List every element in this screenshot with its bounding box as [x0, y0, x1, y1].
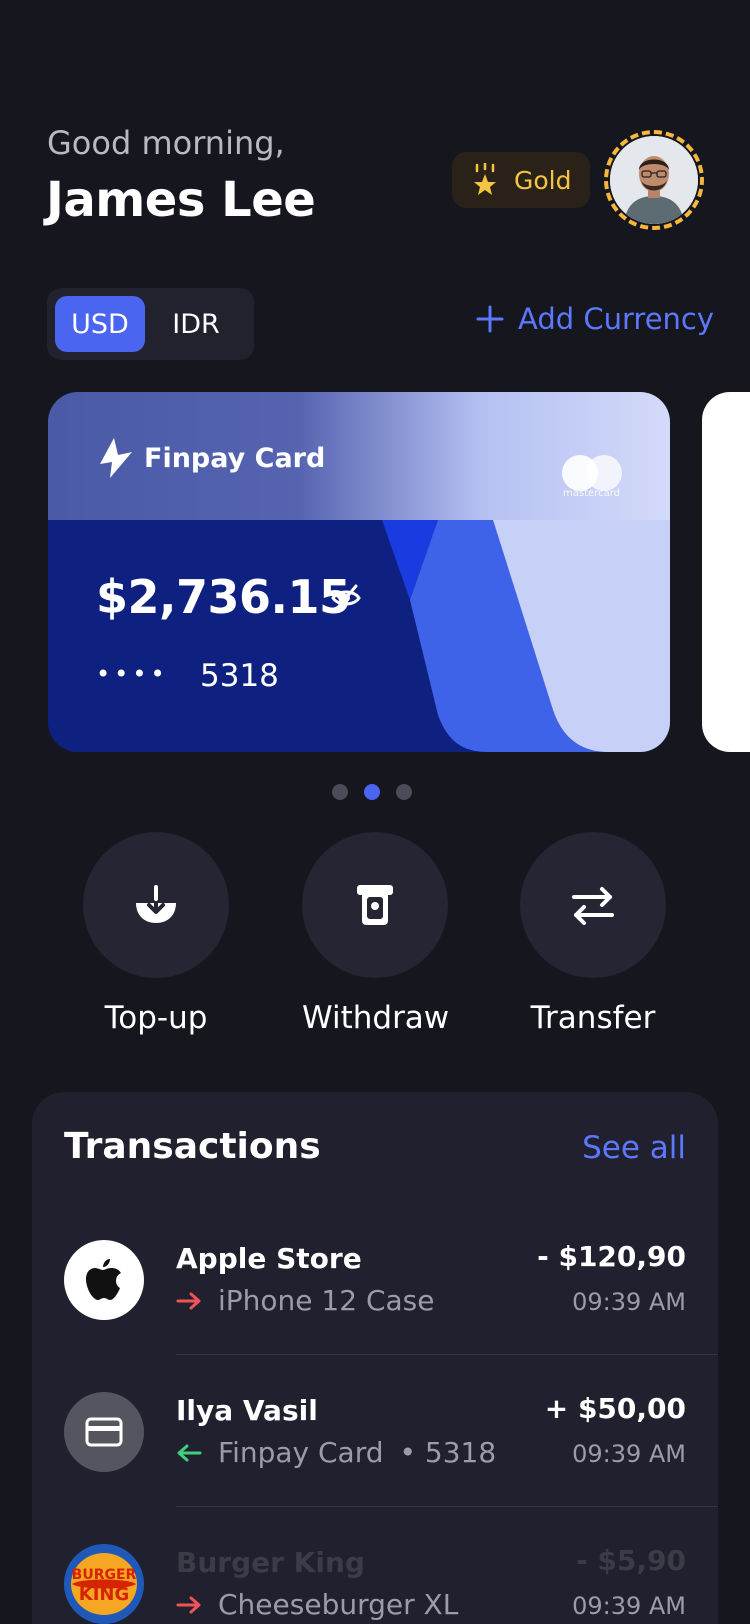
add-currency-label: Add Currency	[518, 302, 715, 336]
avatar[interactable]	[610, 136, 698, 224]
transaction-detail-text: Cheeseburger XL	[218, 1588, 459, 1621]
transaction-amount: + $50,00	[544, 1392, 686, 1425]
divider	[176, 1354, 718, 1355]
withdraw-label: Withdraw	[302, 1000, 450, 1036]
transaction-amount: - $120,90	[537, 1240, 686, 1273]
next-card-peek[interactable]	[702, 392, 750, 752]
finpay-logo-icon	[100, 438, 132, 478]
pager-dot[interactable]	[332, 784, 348, 800]
transaction-detail: Cheeseburger XL	[176, 1588, 458, 1621]
transfer-icon	[572, 887, 614, 925]
card-balance: $2,736.15	[96, 570, 351, 624]
mastercard-label: mastercard	[563, 488, 620, 499]
currency-toggle: USD IDR	[47, 288, 254, 360]
currency-tab-usd[interactable]: USD	[55, 296, 145, 352]
transactions-title: Transactions	[64, 1126, 321, 1167]
plus-icon	[476, 305, 504, 333]
card-number-mask: ••••	[96, 660, 169, 688]
transaction-name: Apple Store	[176, 1242, 362, 1275]
transaction-amount: - $5,90	[576, 1544, 686, 1577]
transfer-label: Transfer	[530, 1000, 656, 1036]
pager-dot[interactable]	[396, 784, 412, 800]
card-brand: Finpay Card	[94, 438, 325, 478]
transaction-row[interactable]: Apple Store iPhone 12 Case - $120,90 09:…	[64, 1240, 718, 1392]
card-body	[48, 520, 670, 752]
star-icon	[474, 163, 496, 195]
transfer-action[interactable]: Transfer	[520, 832, 666, 1036]
transaction-name: Burger King	[176, 1546, 365, 1579]
user-name: James Lee	[46, 172, 316, 228]
tier-badge[interactable]: Gold	[452, 152, 590, 208]
card-icon	[64, 1392, 144, 1472]
transaction-detail-text: Finpay Card	[218, 1436, 384, 1469]
transaction-time: 09:39 AM	[572, 1440, 686, 1468]
card-decoration	[382, 520, 670, 752]
burger-king-logo: BURGER KING	[64, 1544, 144, 1624]
hide-balance-icon[interactable]	[330, 582, 362, 614]
tier-label: Gold	[514, 165, 572, 195]
transaction-detail: iPhone 12 Case	[176, 1284, 434, 1317]
bk-logo-line1: BURGER	[72, 1567, 137, 1583]
withdraw-action[interactable]: Withdraw	[302, 832, 450, 1036]
card-last4: 5318	[200, 658, 279, 694]
divider	[176, 1506, 718, 1507]
top-up-action[interactable]: Top-up	[83, 832, 229, 1036]
bk-logo-line2: KING	[79, 1584, 129, 1605]
transaction-time: 09:39 AM	[572, 1592, 686, 1620]
transaction-name: Ilya Vasil	[176, 1394, 318, 1427]
transaction-time: 09:39 AM	[572, 1288, 686, 1316]
pager-dot-active[interactable]	[364, 784, 380, 800]
withdraw-button[interactable]	[302, 832, 448, 978]
card-brand-name: Finpay Card	[144, 442, 326, 474]
finpay-card[interactable]: Finpay Card mastercard $2,736.15 •••• 53…	[48, 392, 670, 752]
see-all-link[interactable]: See all	[582, 1130, 686, 1166]
currency-tab-idr[interactable]: IDR	[151, 296, 241, 352]
top-up-button[interactable]	[83, 832, 229, 978]
greeting-text: Good morning,	[47, 124, 285, 162]
transaction-row[interactable]: BURGER KING Burger King Cheeseburger XL …	[64, 1544, 718, 1624]
outgoing-arrow-icon	[176, 1596, 201, 1613]
top-up-icon	[136, 885, 176, 923]
card-pager	[332, 784, 412, 800]
transaction-card-suffix: • 5318	[399, 1436, 497, 1469]
apple-icon	[64, 1240, 144, 1320]
incoming-arrow-icon	[177, 1444, 202, 1461]
transactions-panel: Transactions See all Apple Store iPhone …	[32, 1092, 718, 1624]
transfer-button[interactable]	[520, 832, 666, 978]
top-up-label: Top-up	[104, 1000, 208, 1036]
transaction-detail-text: iPhone 12 Case	[218, 1284, 435, 1317]
transaction-row[interactable]: Ilya Vasil Finpay Card • 5318 + $50,00 0…	[64, 1392, 718, 1544]
avatar-image	[610, 136, 698, 224]
outgoing-arrow-icon	[176, 1292, 201, 1309]
withdraw-icon	[357, 885, 393, 925]
transaction-detail: Finpay Card • 5318	[176, 1436, 496, 1469]
add-currency-button[interactable]: Add Currency	[476, 302, 714, 336]
